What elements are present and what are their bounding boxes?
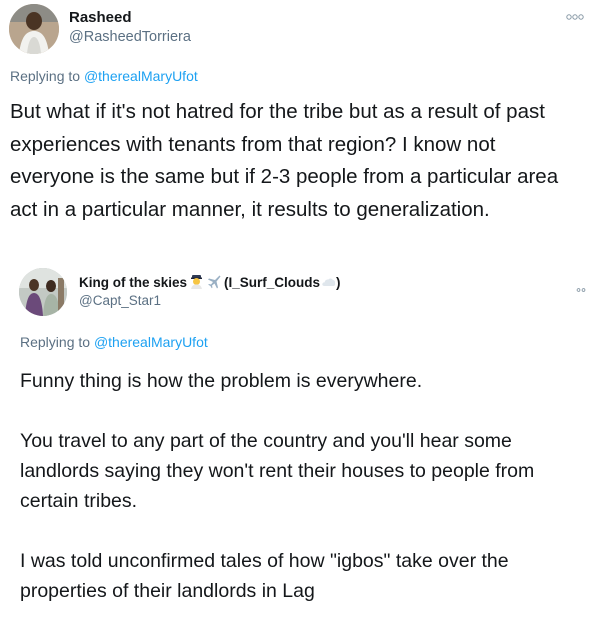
author-name-start: King of the skies	[79, 275, 188, 290]
paragraph: I was told unconfirmed tales of how "igb…	[20, 550, 509, 602]
quoted-replying-to: Replying to @therealMaryUfot	[20, 334, 208, 350]
replying-to: Replying to @therealMaryUfot	[10, 68, 198, 84]
tweet-text: But what if it's not hatred for the trib…	[10, 100, 559, 221]
author-name-mid: (I_Surf_Clouds	[224, 275, 321, 290]
quoted-author-handle[interactable]: @Capt_Star1	[79, 293, 161, 308]
paragraph: Funny thing is how the problem is everyw…	[20, 370, 423, 392]
pilot-emoji-icon	[189, 274, 204, 289]
avatar[interactable]	[9, 4, 59, 54]
author-handle[interactable]: @RasheedTorriera	[69, 29, 191, 45]
cloud-emoji-icon	[321, 274, 336, 289]
more-options-icon[interactable]	[566, 8, 584, 20]
quoted-avatar[interactable]	[19, 268, 67, 316]
quoted-tweet[interactable]: King of the skies (I_Surf_Clouds ) @Capt…	[0, 258, 590, 624]
author-name[interactable]: Rasheed	[69, 9, 132, 26]
author-name-end: )	[336, 275, 341, 290]
more-options-icon[interactable]	[576, 280, 586, 292]
airplane-emoji-icon	[206, 274, 221, 289]
paragraph: You travel to any part of the country an…	[20, 430, 535, 512]
replying-to-label: Replying to	[10, 68, 84, 84]
replying-to-label: Replying to	[20, 334, 94, 350]
main-tweet[interactable]: Rasheed @RasheedTorriera Replying to @th…	[0, 0, 590, 258]
quoted-author-name[interactable]: King of the skies (I_Surf_Clouds )	[79, 274, 341, 290]
replying-to-mention[interactable]: @therealMaryUfot	[84, 68, 198, 84]
replying-to-mention[interactable]: @therealMaryUfot	[94, 334, 208, 350]
quoted-tweet-text: Funny thing is how the problem is everyw…	[20, 366, 585, 606]
